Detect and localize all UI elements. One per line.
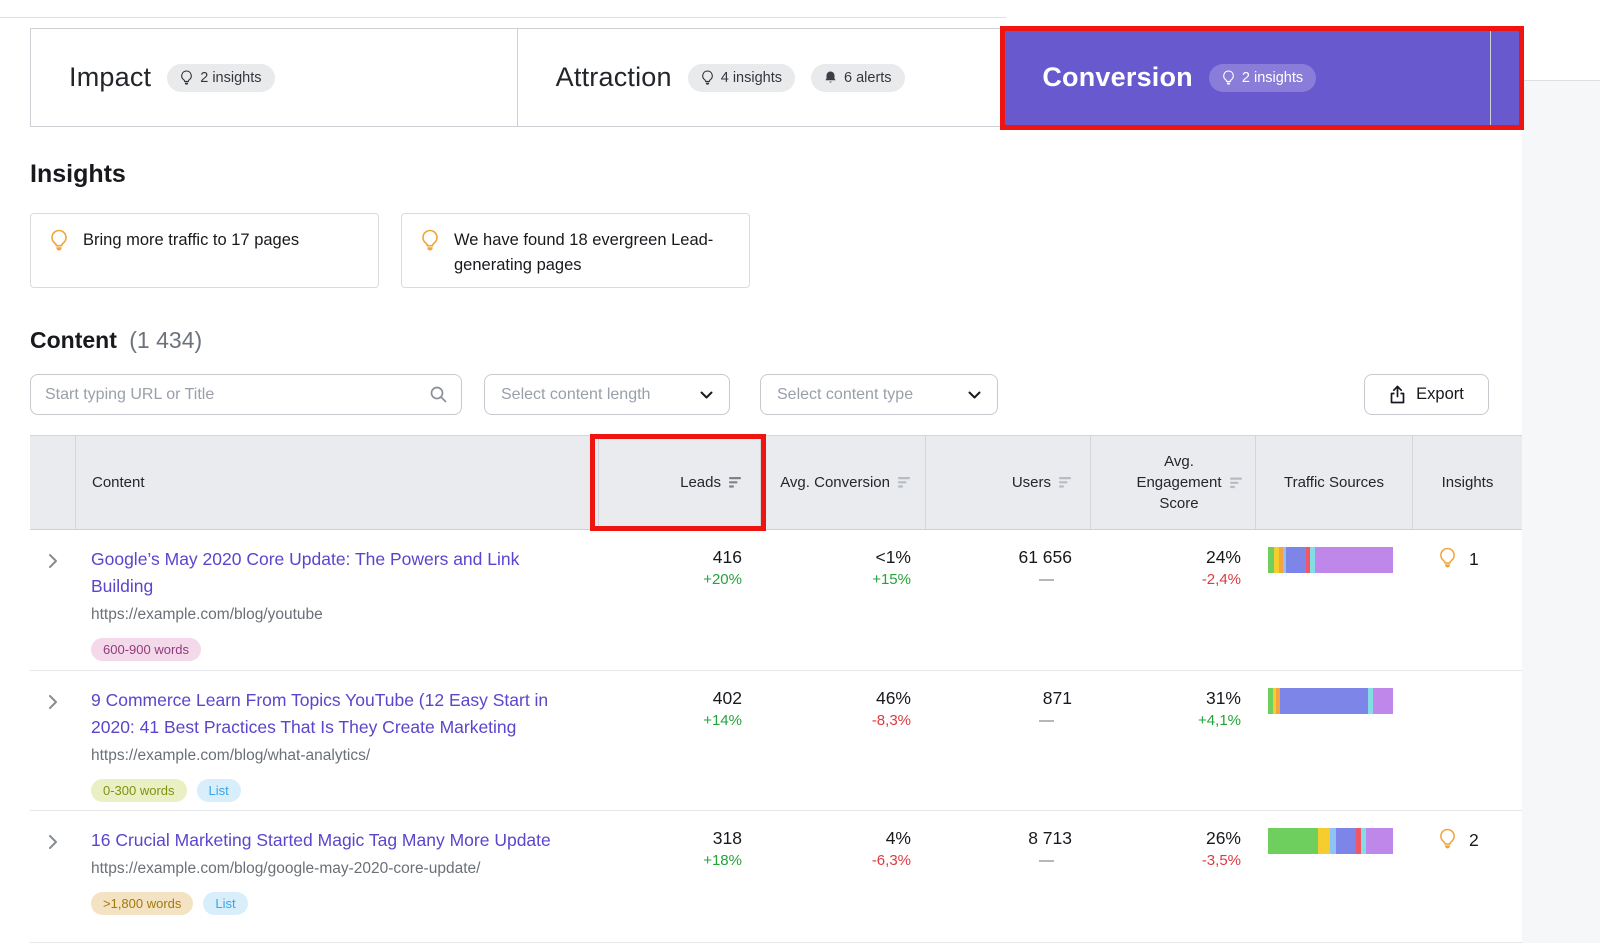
lightbulb-icon <box>1438 547 1457 570</box>
badge-label: 2 insights <box>200 70 261 86</box>
column-header-traffic-sources: Traffic Sources <box>1255 436 1412 529</box>
content-length-select[interactable]: Select content length <box>484 374 730 415</box>
table-row: 9 Commerce Learn From Topics YouTube (12… <box>30 670 1522 810</box>
attraction-insights-badge: 4 insights <box>688 64 795 92</box>
insights-cell[interactable]: 2 <box>1412 811 1522 942</box>
tab-bar: Impact 2 insights Attraction 4 insights … <box>30 28 1491 127</box>
badge-label: 2 insights <box>1242 70 1303 86</box>
insight-card-traffic[interactable]: Bring more traffic to 17 pages <box>30 213 379 288</box>
content-type-badge: List <box>203 892 247 915</box>
column-header-avg-conversion[interactable]: Avg. Conversion <box>760 436 925 529</box>
lightbulb-icon <box>1222 70 1235 85</box>
column-header-content: Content <box>75 436 598 529</box>
insights-count: 2 <box>1469 830 1479 851</box>
column-header-leads[interactable]: Leads <box>598 436 760 529</box>
chevron-down-icon <box>700 391 713 399</box>
insights-count: 1 <box>1469 549 1479 570</box>
tab-conversion[interactable]: Conversion 2 insights <box>1004 29 1490 126</box>
conversion-analytics-page: Impact 2 insights Attraction 4 insights … <box>0 0 1600 943</box>
content-heading-label: Content <box>30 327 117 353</box>
tab-attraction-label: Attraction <box>556 62 672 93</box>
leads-cell: 402 +14% <box>598 671 760 810</box>
lightbulb-icon <box>420 229 440 253</box>
sort-icon <box>898 477 911 488</box>
sort-desc-icon <box>729 477 742 488</box>
word-count-badge: 0-300 words <box>91 779 187 802</box>
traffic-sources-bar <box>1268 828 1393 854</box>
content-type-select[interactable]: Select content type <box>760 374 998 415</box>
column-header-insights: Insights <box>1412 436 1522 529</box>
content-title-link[interactable]: 9 Commerce Learn From Topics YouTube (12… <box>91 687 569 741</box>
content-url: https://example.com/blog/what-analytics/ <box>91 747 598 765</box>
content-count: (1 434) <box>129 327 202 353</box>
avg-conversion-cell: <1% +15% <box>760 530 925 670</box>
tab-impact-label: Impact <box>69 62 151 93</box>
insight-cards: Bring more traffic to 17 pages We have f… <box>30 213 750 288</box>
insights-heading: Insights <box>30 160 126 189</box>
leads-cell: 318 +18% <box>598 811 760 942</box>
insight-card-text: We have found 18 evergreen Lead-generati… <box>454 228 714 273</box>
attraction-alerts-badge: 6 alerts <box>811 64 905 92</box>
column-header-expand <box>30 436 75 529</box>
lightbulb-icon <box>49 229 69 253</box>
export-icon <box>1389 385 1406 404</box>
content-url: https://example.com/blog/google-may-2020… <box>91 860 598 878</box>
insight-card-text: Bring more traffic to 17 pages <box>83 228 299 273</box>
chevron-down-icon <box>968 391 981 399</box>
engagement-cell: 31% +4,1% <box>1090 671 1255 810</box>
lightbulb-icon <box>1438 828 1457 851</box>
expand-row-icon[interactable] <box>48 834 58 850</box>
badge-label: 6 alerts <box>844 70 892 86</box>
column-header-users[interactable]: Users <box>925 436 1090 529</box>
content-url: https://example.com/blog/youtube <box>91 606 598 624</box>
sort-icon <box>1059 477 1072 488</box>
content-length-select-value: Select content length <box>501 386 650 404</box>
content-title-link[interactable]: Google’s May 2020 Core Update: The Power… <box>91 546 569 600</box>
bell-icon <box>824 70 837 85</box>
insights-cell <box>1412 671 1522 810</box>
leads-cell: 416 +20% <box>598 530 760 670</box>
users-cell: 61 656 — <box>925 530 1090 670</box>
avg-conversion-cell: 46% -8,3% <box>760 671 925 810</box>
search-input[interactable] <box>31 386 430 404</box>
content-title-link[interactable]: 16 Crucial Marketing Started Magic Tag M… <box>91 827 569 854</box>
expand-row-icon[interactable] <box>48 694 58 710</box>
insights-cell[interactable]: 1 <box>1412 530 1522 670</box>
lightbulb-icon <box>701 70 714 85</box>
impact-insights-badge: 2 insights <box>167 64 274 92</box>
engagement-cell: 26% -3,5% <box>1090 811 1255 942</box>
table-row: Google’s May 2020 Core Update: The Power… <box>30 530 1522 670</box>
engagement-cell: 24% -2,4% <box>1090 530 1255 670</box>
sort-icon <box>1230 477 1243 488</box>
tab-impact[interactable]: Impact 2 insights <box>31 29 518 126</box>
badge-label: 4 insights <box>721 70 782 86</box>
content-type-badge: List <box>197 779 241 802</box>
tab-conversion-label: Conversion <box>1042 62 1193 93</box>
lightbulb-icon <box>180 70 193 85</box>
right-gutter <box>1522 80 1600 943</box>
search-icon <box>430 386 447 403</box>
export-label: Export <box>1416 385 1464 404</box>
users-cell: 871 — <box>925 671 1090 810</box>
tab-attraction[interactable]: Attraction 4 insights 6 alerts <box>518 29 1005 126</box>
users-cell: 8 713 — <box>925 811 1090 942</box>
insight-card-evergreen[interactable]: We have found 18 evergreen Lead-generati… <box>401 213 750 288</box>
conversion-insights-badge: 2 insights <box>1209 64 1316 92</box>
table-header: Content Leads Avg. Conversion Users Avg.… <box>30 435 1522 530</box>
export-button[interactable]: Export <box>1364 374 1489 415</box>
traffic-sources-bar <box>1268 688 1393 714</box>
expand-row-icon[interactable] <box>48 553 58 569</box>
traffic-sources-bar <box>1268 547 1393 573</box>
top-divider <box>0 17 1006 18</box>
search-field <box>30 374 462 415</box>
content-type-select-value: Select content type <box>777 386 913 404</box>
avg-conversion-cell: 4% -6,3% <box>760 811 925 942</box>
word-count-badge: >1,800 words <box>91 892 193 915</box>
content-heading: Content (1 434) <box>30 327 202 354</box>
word-count-badge: 600-900 words <box>91 638 201 661</box>
table-row: 16 Crucial Marketing Started Magic Tag M… <box>30 810 1522 943</box>
column-header-avg-engagement[interactable]: Avg. Engagement Score <box>1090 436 1255 529</box>
